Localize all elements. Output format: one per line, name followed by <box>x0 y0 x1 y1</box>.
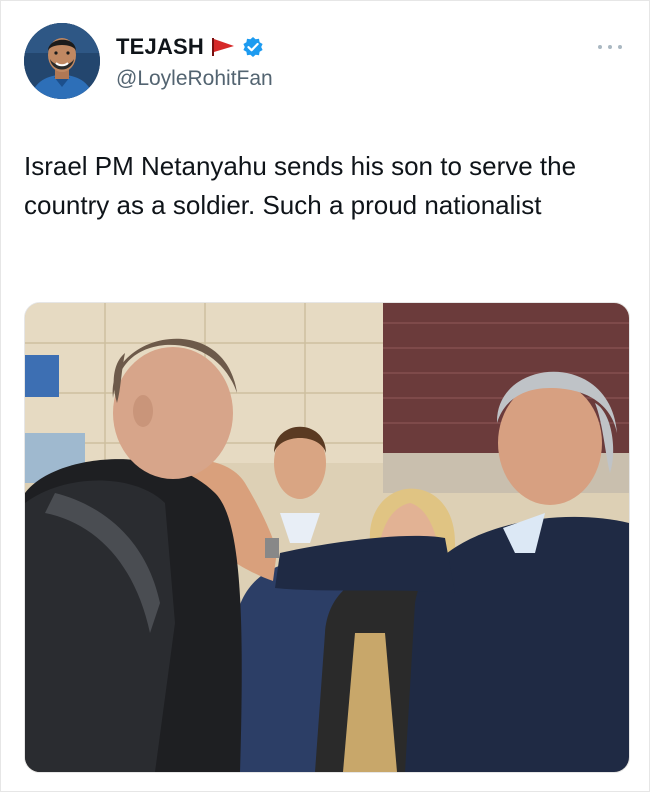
more-dots-icon[interactable] <box>595 39 625 49</box>
author-avatar[interactable] <box>24 23 100 99</box>
author-handle[interactable]: @LoyleRohitFan <box>116 67 273 91</box>
verified-badge-icon <box>242 36 264 58</box>
photo-illustration <box>25 303 629 772</box>
tweet-card[interactable]: TEJASH @LoyleRohitFan Israel PM Netanyah… <box>0 0 650 792</box>
red-flag-icon <box>210 37 236 57</box>
author-name-row[interactable]: TEJASH <box>116 34 264 60</box>
avatar-photo <box>24 23 100 99</box>
tweet-text: Israel PM Netanyahu sends his son to ser… <box>24 151 577 220</box>
author-display-name[interactable]: TEJASH <box>116 34 204 60</box>
tweet-photo[interactable] <box>24 302 630 773</box>
